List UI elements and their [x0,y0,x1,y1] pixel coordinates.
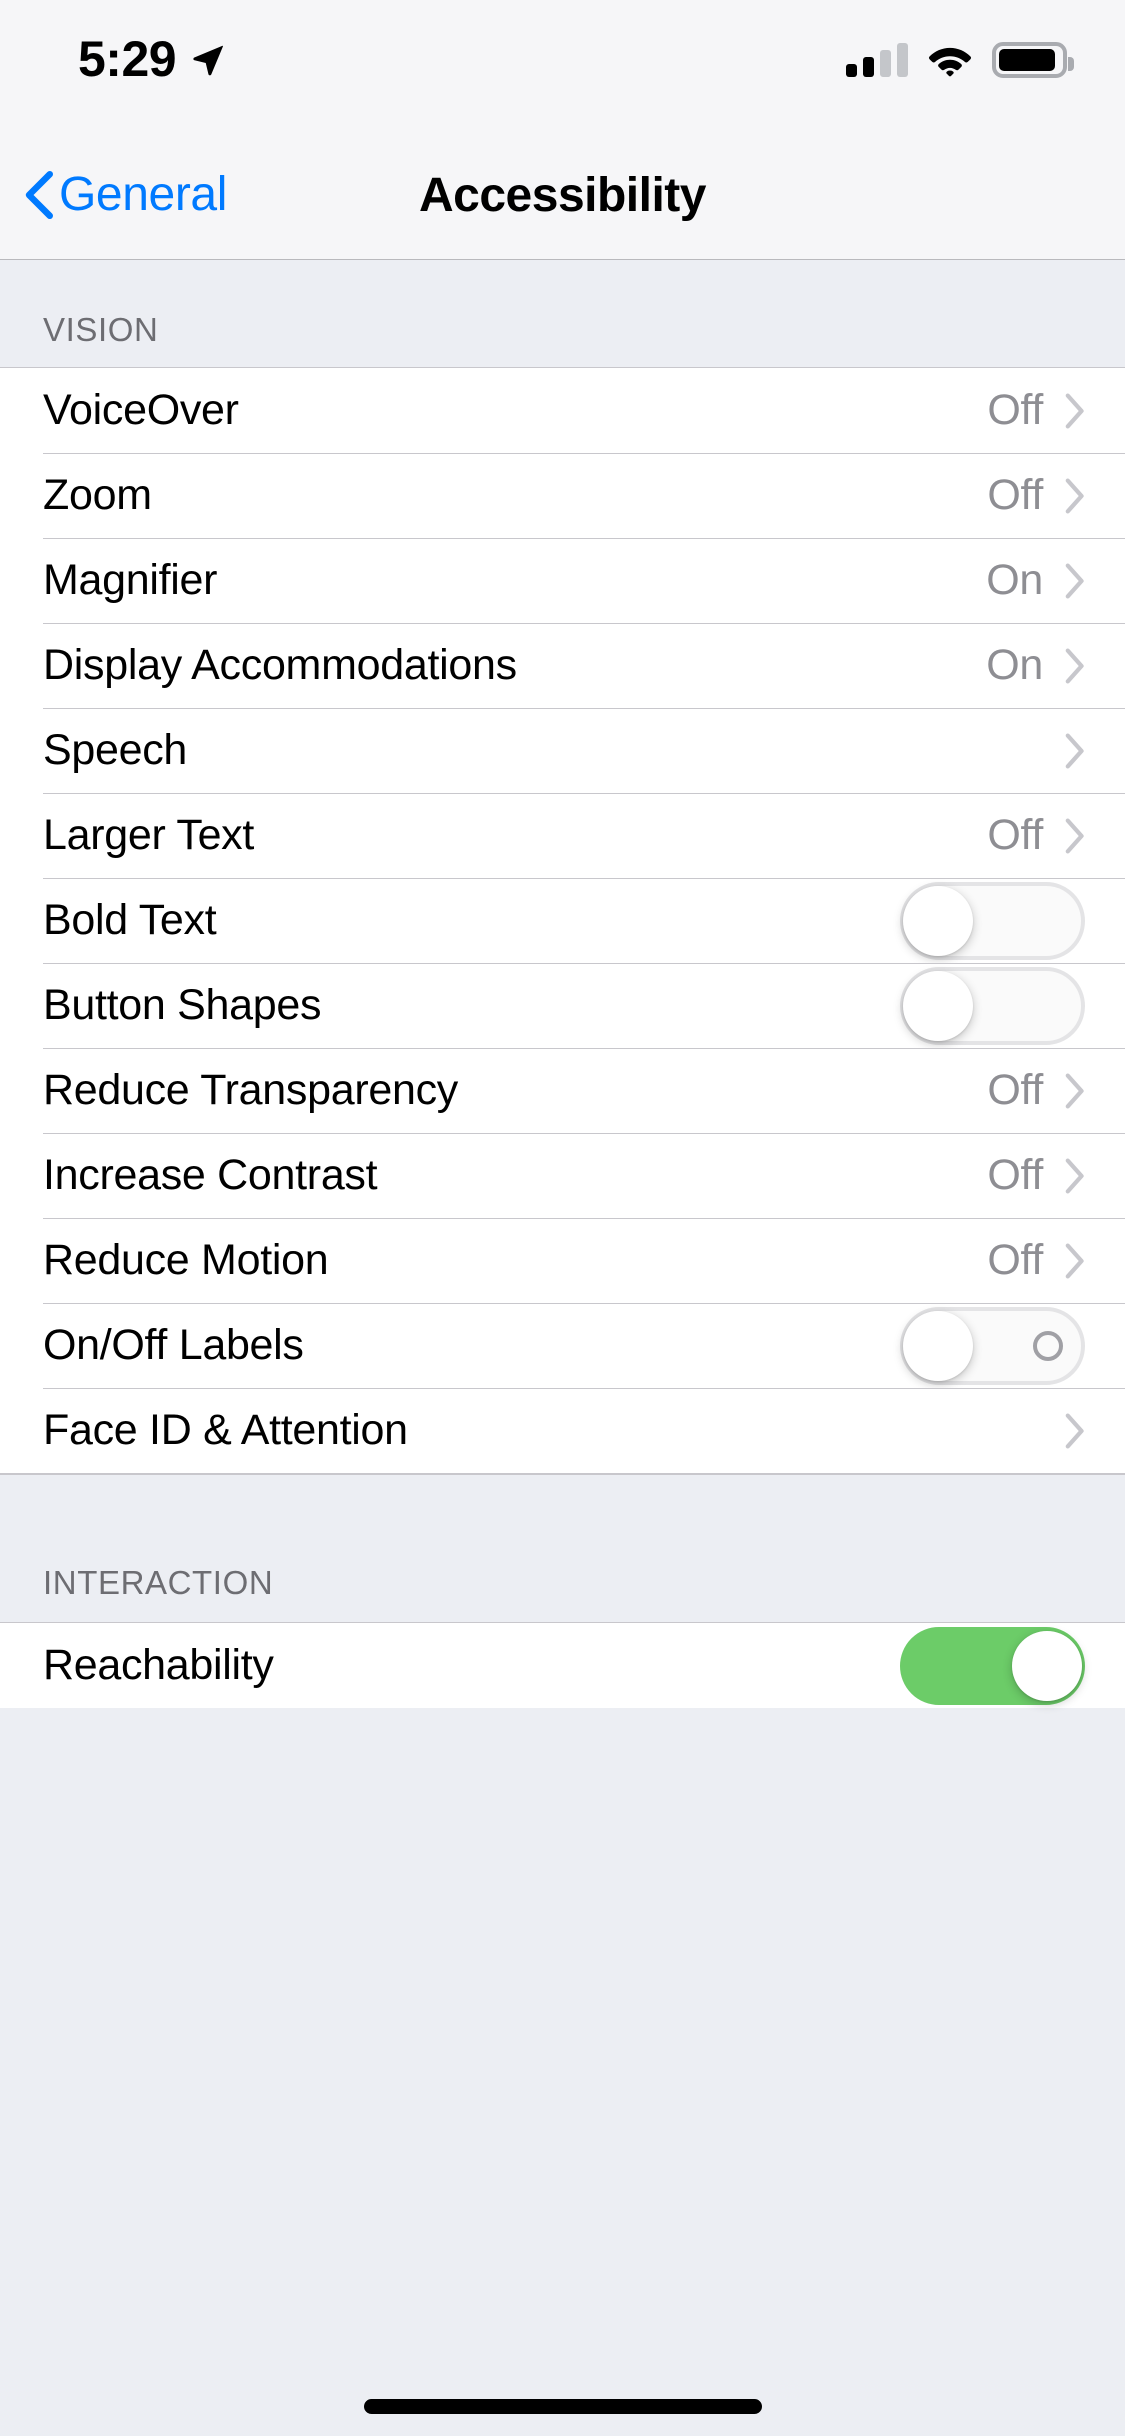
status-bar-clock: 5:29 [78,31,177,87]
list-item-label: Reduce Motion [43,1236,329,1284]
list-item-value: On [986,556,1043,604]
list-item-value: Off [987,1151,1043,1199]
chevron-right-icon [1065,817,1084,854]
switch-knob [903,970,973,1041]
list-item-accessory [900,881,1085,960]
list-item-accessory [900,966,1085,1045]
list-item-label: VoiceOver [43,386,239,434]
toggle-switch[interactable] [900,966,1085,1045]
list-item-label: Face ID & Attention [43,1406,408,1454]
battery-icon [992,42,1074,78]
list-item-accessory: On [986,556,1085,605]
chevron-right-icon [1065,1242,1084,1279]
list-item[interactable]: VoiceOver Off [0,368,1125,453]
chevron-left-icon [25,171,53,219]
list-item-accessory: On [986,641,1085,690]
list-item-accessory: Off [987,471,1085,520]
section-header: INTERACTION [0,1474,1125,1622]
list-item-value: Off [987,811,1043,859]
chevron-right-icon [1065,1157,1084,1194]
cellular-signal-icon [846,43,908,77]
chevron-right-icon [1065,1072,1084,1109]
settings-group: Reachability [0,1622,1125,1708]
list-item-label: Reduce Transparency [43,1066,458,1114]
list-item-accessory [900,1626,1085,1705]
list-item-label: Reachability [43,1641,274,1689]
back-button-label: General [59,168,227,221]
list-item-accessory [1065,732,1085,769]
settings-list: VISION VoiceOver Off Zoom Off Magnifier On Disp… [0,260,1125,1708]
list-item[interactable]: Reduce Transparency Off [0,1048,1125,1133]
chevron-right-icon [1065,562,1084,599]
list-item-accessory [900,1306,1085,1385]
switch-knob [903,885,973,956]
status-bar-left: 5:29 [78,34,226,84]
status-bar: 5:29 [0,0,1125,132]
location-arrow-icon [193,45,224,76]
list-item-label: Bold Text [43,896,217,944]
list-item-accessory: Off [987,386,1085,435]
list-item-label: Increase Contrast [43,1151,378,1199]
chevron-right-icon [1065,1412,1084,1449]
list-item-value: Off [987,1236,1043,1284]
switch-knob [903,1310,973,1381]
back-button-general[interactable]: General [25,132,227,258]
list-item[interactable]: Display Accommodations On [0,623,1125,708]
list-item[interactable]: On/Off Labels [0,1303,1125,1388]
list-item[interactable]: Reduce Motion Off [0,1218,1125,1303]
wifi-icon [929,47,971,77]
home-indicator [363,2399,762,2414]
switch-off-label-icon [1033,1330,1063,1361]
list-item-accessory: Off [987,1236,1085,1285]
list-item[interactable]: Larger Text Off [0,793,1125,878]
list-item-accessory [1065,1412,1085,1449]
list-item-value: On [986,641,1043,689]
list-item-label: Speech [43,726,188,774]
toggle-switch[interactable] [900,1626,1085,1705]
list-item[interactable]: Bold Text [0,878,1125,963]
list-item[interactable]: Increase Contrast Off [0,1133,1125,1218]
list-item-label: Button Shapes [43,981,322,1029]
list-item-label: Display Accommodations [43,641,517,689]
chevron-right-icon [1065,477,1084,514]
accessibility-settings-screen: 5:29 General Accessibility VISION VoiceO… [0,0,1125,2436]
switch-knob [1012,1630,1082,1701]
list-item[interactable]: Reachability [0,1623,1125,1708]
list-item-accessory: Off [987,1066,1085,1115]
chevron-right-icon [1065,392,1084,429]
list-item[interactable]: Face ID & Attention [0,1388,1125,1473]
list-item-accessory: Off [987,1151,1085,1200]
list-item[interactable]: Button Shapes [0,963,1125,1048]
chevron-right-icon [1065,647,1084,684]
list-item-label: Magnifier [43,556,218,604]
settings-group: VoiceOver Off Zoom Off Magnifier On Display Ac… [0,367,1125,1474]
section-header: VISION [0,260,1125,367]
toggle-switch[interactable] [900,881,1085,960]
list-item[interactable]: Speech [0,708,1125,793]
list-item[interactable]: Magnifier On [0,538,1125,623]
status-bar-right [846,42,1074,78]
list-item-label: On/Off Labels [43,1321,304,1369]
list-item-value: Off [987,471,1043,519]
list-item-label: Zoom [43,471,152,519]
list-item-value: Off [987,1066,1043,1114]
list-item-value: Off [987,386,1043,434]
chevron-right-icon [1065,732,1084,769]
list-item-label: Larger Text [43,811,255,859]
list-item-accessory: Off [987,811,1085,860]
list-item[interactable]: Zoom Off [0,453,1125,538]
toggle-switch[interactable] [900,1306,1085,1385]
navigation-bar: General Accessibility [0,132,1125,260]
